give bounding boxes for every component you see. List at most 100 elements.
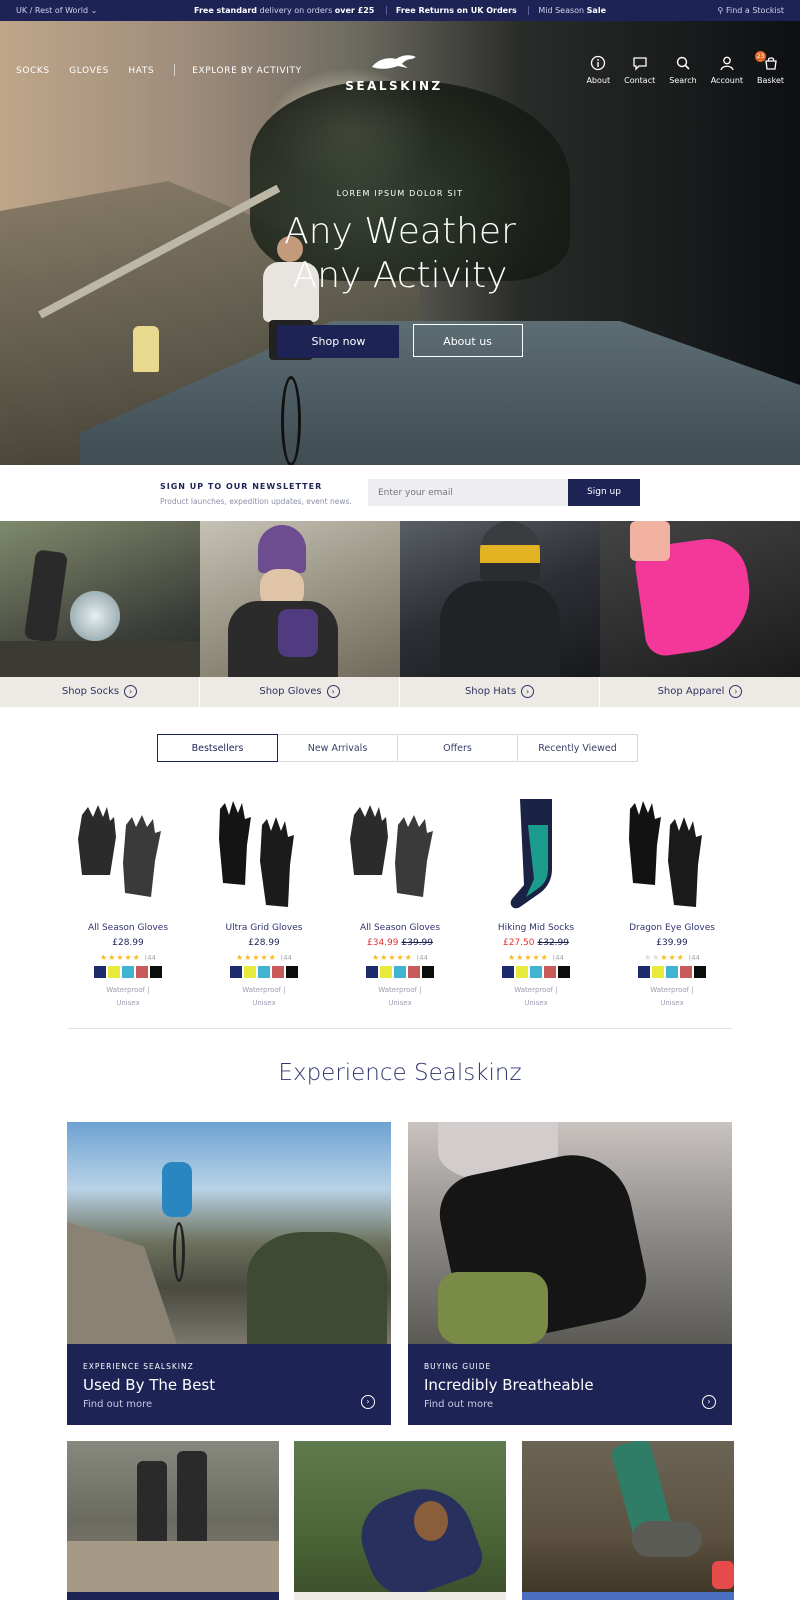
product-card[interactable]: All Season Gloves £28.99 ★★★★★ (44 Water… (60, 795, 196, 1010)
newsletter-email-input[interactable] (368, 479, 568, 506)
card-kicker: EXPERIENCE SEALSKINZ (83, 1362, 194, 1371)
logo[interactable]: SEALSKINZ (344, 51, 444, 93)
color-swatches (60, 966, 196, 978)
product-card[interactable]: Hiking Mid Socks £27.50 £32.99 ★★★★★ (44 … (468, 795, 604, 1010)
newsletter-subtitle: Product launches, expedition updates, ev… (160, 497, 352, 506)
swatch-yellow[interactable] (380, 966, 392, 978)
swatch-black[interactable] (422, 966, 434, 978)
product-image[interactable] (196, 795, 332, 915)
product-tags: Waterproof | Unisex (514, 986, 558, 1007)
newsletter-signup-button[interactable]: Sign up (568, 479, 640, 506)
tile-strip (522, 1592, 734, 1600)
chevron-right-icon: › (729, 684, 743, 698)
nav-basket[interactable]: 23 Basket (755, 51, 784, 85)
category-image-apparel (600, 521, 800, 677)
swatch-red[interactable] (544, 966, 556, 978)
product-card[interactable]: Ultra Grid Gloves £28.99 ★★★★★ (44 Water… (196, 795, 332, 1010)
tab-bestsellers[interactable]: Bestsellers (157, 734, 278, 762)
find-stockist-link[interactable]: ⚲ Find a Stockist (718, 6, 784, 15)
swatch-black[interactable] (286, 966, 298, 978)
swatch-black[interactable] (694, 966, 706, 978)
product-name[interactable]: Hiking Mid Socks (468, 923, 604, 933)
product-rating: ★★★★★ (44 (99, 953, 157, 962)
swatch-navy[interactable] (230, 966, 242, 978)
feature-tile-trail-sock[interactable] (522, 1441, 734, 1600)
swatch-yellow[interactable] (244, 966, 256, 978)
swatch-cyan[interactable] (530, 966, 542, 978)
feature-tile-river-crossing[interactable] (67, 1441, 279, 1600)
basket-count-badge: 23 (755, 51, 767, 62)
search-icon (676, 56, 690, 70)
tile-strip (294, 1592, 506, 1600)
swatch-navy[interactable] (638, 966, 650, 978)
nav-search[interactable]: Search (669, 55, 697, 85)
find-out-more-link[interactable]: Find out more (83, 1399, 375, 1410)
nav-contact[interactable]: Contact (624, 55, 655, 85)
swatch-cyan[interactable] (258, 966, 270, 978)
product-name[interactable]: All Season Gloves (332, 923, 468, 933)
category-tile-gloves[interactable]: Shop Gloves › (200, 521, 400, 707)
promo-sale[interactable]: Mid Season Sale (528, 6, 615, 15)
about-us-button[interactable]: About us (412, 324, 523, 357)
category-tile-hats[interactable]: Shop Hats › (400, 521, 600, 707)
product-image[interactable] (604, 795, 740, 915)
tab-offers[interactable]: Offers (397, 734, 518, 762)
product-image[interactable] (60, 795, 196, 915)
card-heading: Used By The Best (83, 1376, 216, 1394)
swatch-cyan[interactable] (394, 966, 406, 978)
tab-recently-viewed[interactable]: Recently Viewed (517, 734, 638, 762)
product-image[interactable] (468, 795, 604, 915)
swatch-yellow[interactable] (516, 966, 528, 978)
feature-tile-pine-cone-glove[interactable] (294, 1441, 506, 1600)
swatch-yellow[interactable] (108, 966, 120, 978)
nav-explore-by-activity[interactable]: EXPLORE BY ACTIVITY (192, 66, 302, 76)
chevron-right-icon[interactable]: › (702, 1395, 716, 1409)
color-swatches (468, 966, 604, 978)
primary-nav: SOCKS GLOVES HATS EXPLORE BY ACTIVITY (16, 64, 318, 76)
product-name[interactable]: All Season Gloves (60, 923, 196, 933)
nav-gloves[interactable]: GLOVES (69, 66, 109, 76)
product-name[interactable]: Dragon Eye Gloves (604, 923, 740, 933)
swatch-black[interactable] (558, 966, 570, 978)
experience-image-mountain-biker (67, 1122, 391, 1344)
shop-now-button[interactable]: Shop now (277, 325, 400, 358)
category-label-apparel: Shop Apparel (657, 686, 725, 697)
nav-account[interactable]: Account (711, 55, 743, 85)
color-swatches (332, 966, 468, 978)
swatch-navy[interactable] (94, 966, 106, 978)
experience-card-incredibly-breatheable[interactable]: BUYING GUIDE Incredibly Breatheable Find… (408, 1122, 732, 1425)
swatch-red[interactable] (408, 966, 420, 978)
product-image[interactable] (332, 795, 468, 915)
swatch-red[interactable] (680, 966, 692, 978)
swatch-red[interactable] (272, 966, 284, 978)
experience-title: Experience Sealskinz (278, 1060, 522, 1086)
tab-new-arrivals[interactable]: New Arrivals (277, 734, 398, 762)
chevron-right-icon[interactable]: › (361, 1395, 375, 1409)
product-card[interactable]: All Season Gloves £34.99 £39.99 ★★★★★ (44… (332, 795, 468, 1010)
category-tile-socks[interactable]: Shop Socks › (0, 521, 200, 707)
product-card[interactable]: Dragon Eye Gloves £39.99 ★★★★★ (44 Water… (604, 795, 740, 1010)
swatch-cyan[interactable] (122, 966, 134, 978)
swatch-navy[interactable] (502, 966, 514, 978)
hero-copy: LOREM IPSUM DOLOR SIT Any Weather Any Ac… (0, 189, 800, 298)
find-out-more-link[interactable]: Find out more (424, 1399, 716, 1410)
section-divider (68, 1028, 732, 1029)
swatch-red[interactable] (136, 966, 148, 978)
swatch-navy[interactable] (366, 966, 378, 978)
swatch-cyan[interactable] (666, 966, 678, 978)
color-swatches (604, 966, 740, 978)
user-icon (720, 56, 734, 71)
swatch-black[interactable] (150, 966, 162, 978)
hero-buttons: Shop now About us (0, 324, 800, 358)
category-tile-apparel[interactable]: Shop Apparel › (600, 521, 800, 707)
swatch-yellow[interactable] (652, 966, 664, 978)
experience-card-used-by-the-best[interactable]: EXPERIENCE SEALSKINZ Used By The Best Fi… (67, 1122, 391, 1425)
product-name[interactable]: Ultra Grid Gloves (196, 923, 332, 933)
location-pin-icon: ⚲ (717, 6, 724, 15)
product-price: £28.99 (248, 938, 280, 948)
nav-about[interactable]: About (586, 55, 610, 85)
card-kicker: BUYING GUIDE (424, 1362, 492, 1371)
nav-hats[interactable]: HATS (128, 66, 154, 76)
nav-contact-label: Contact (624, 76, 656, 85)
nav-socks[interactable]: SOCKS (16, 66, 50, 76)
